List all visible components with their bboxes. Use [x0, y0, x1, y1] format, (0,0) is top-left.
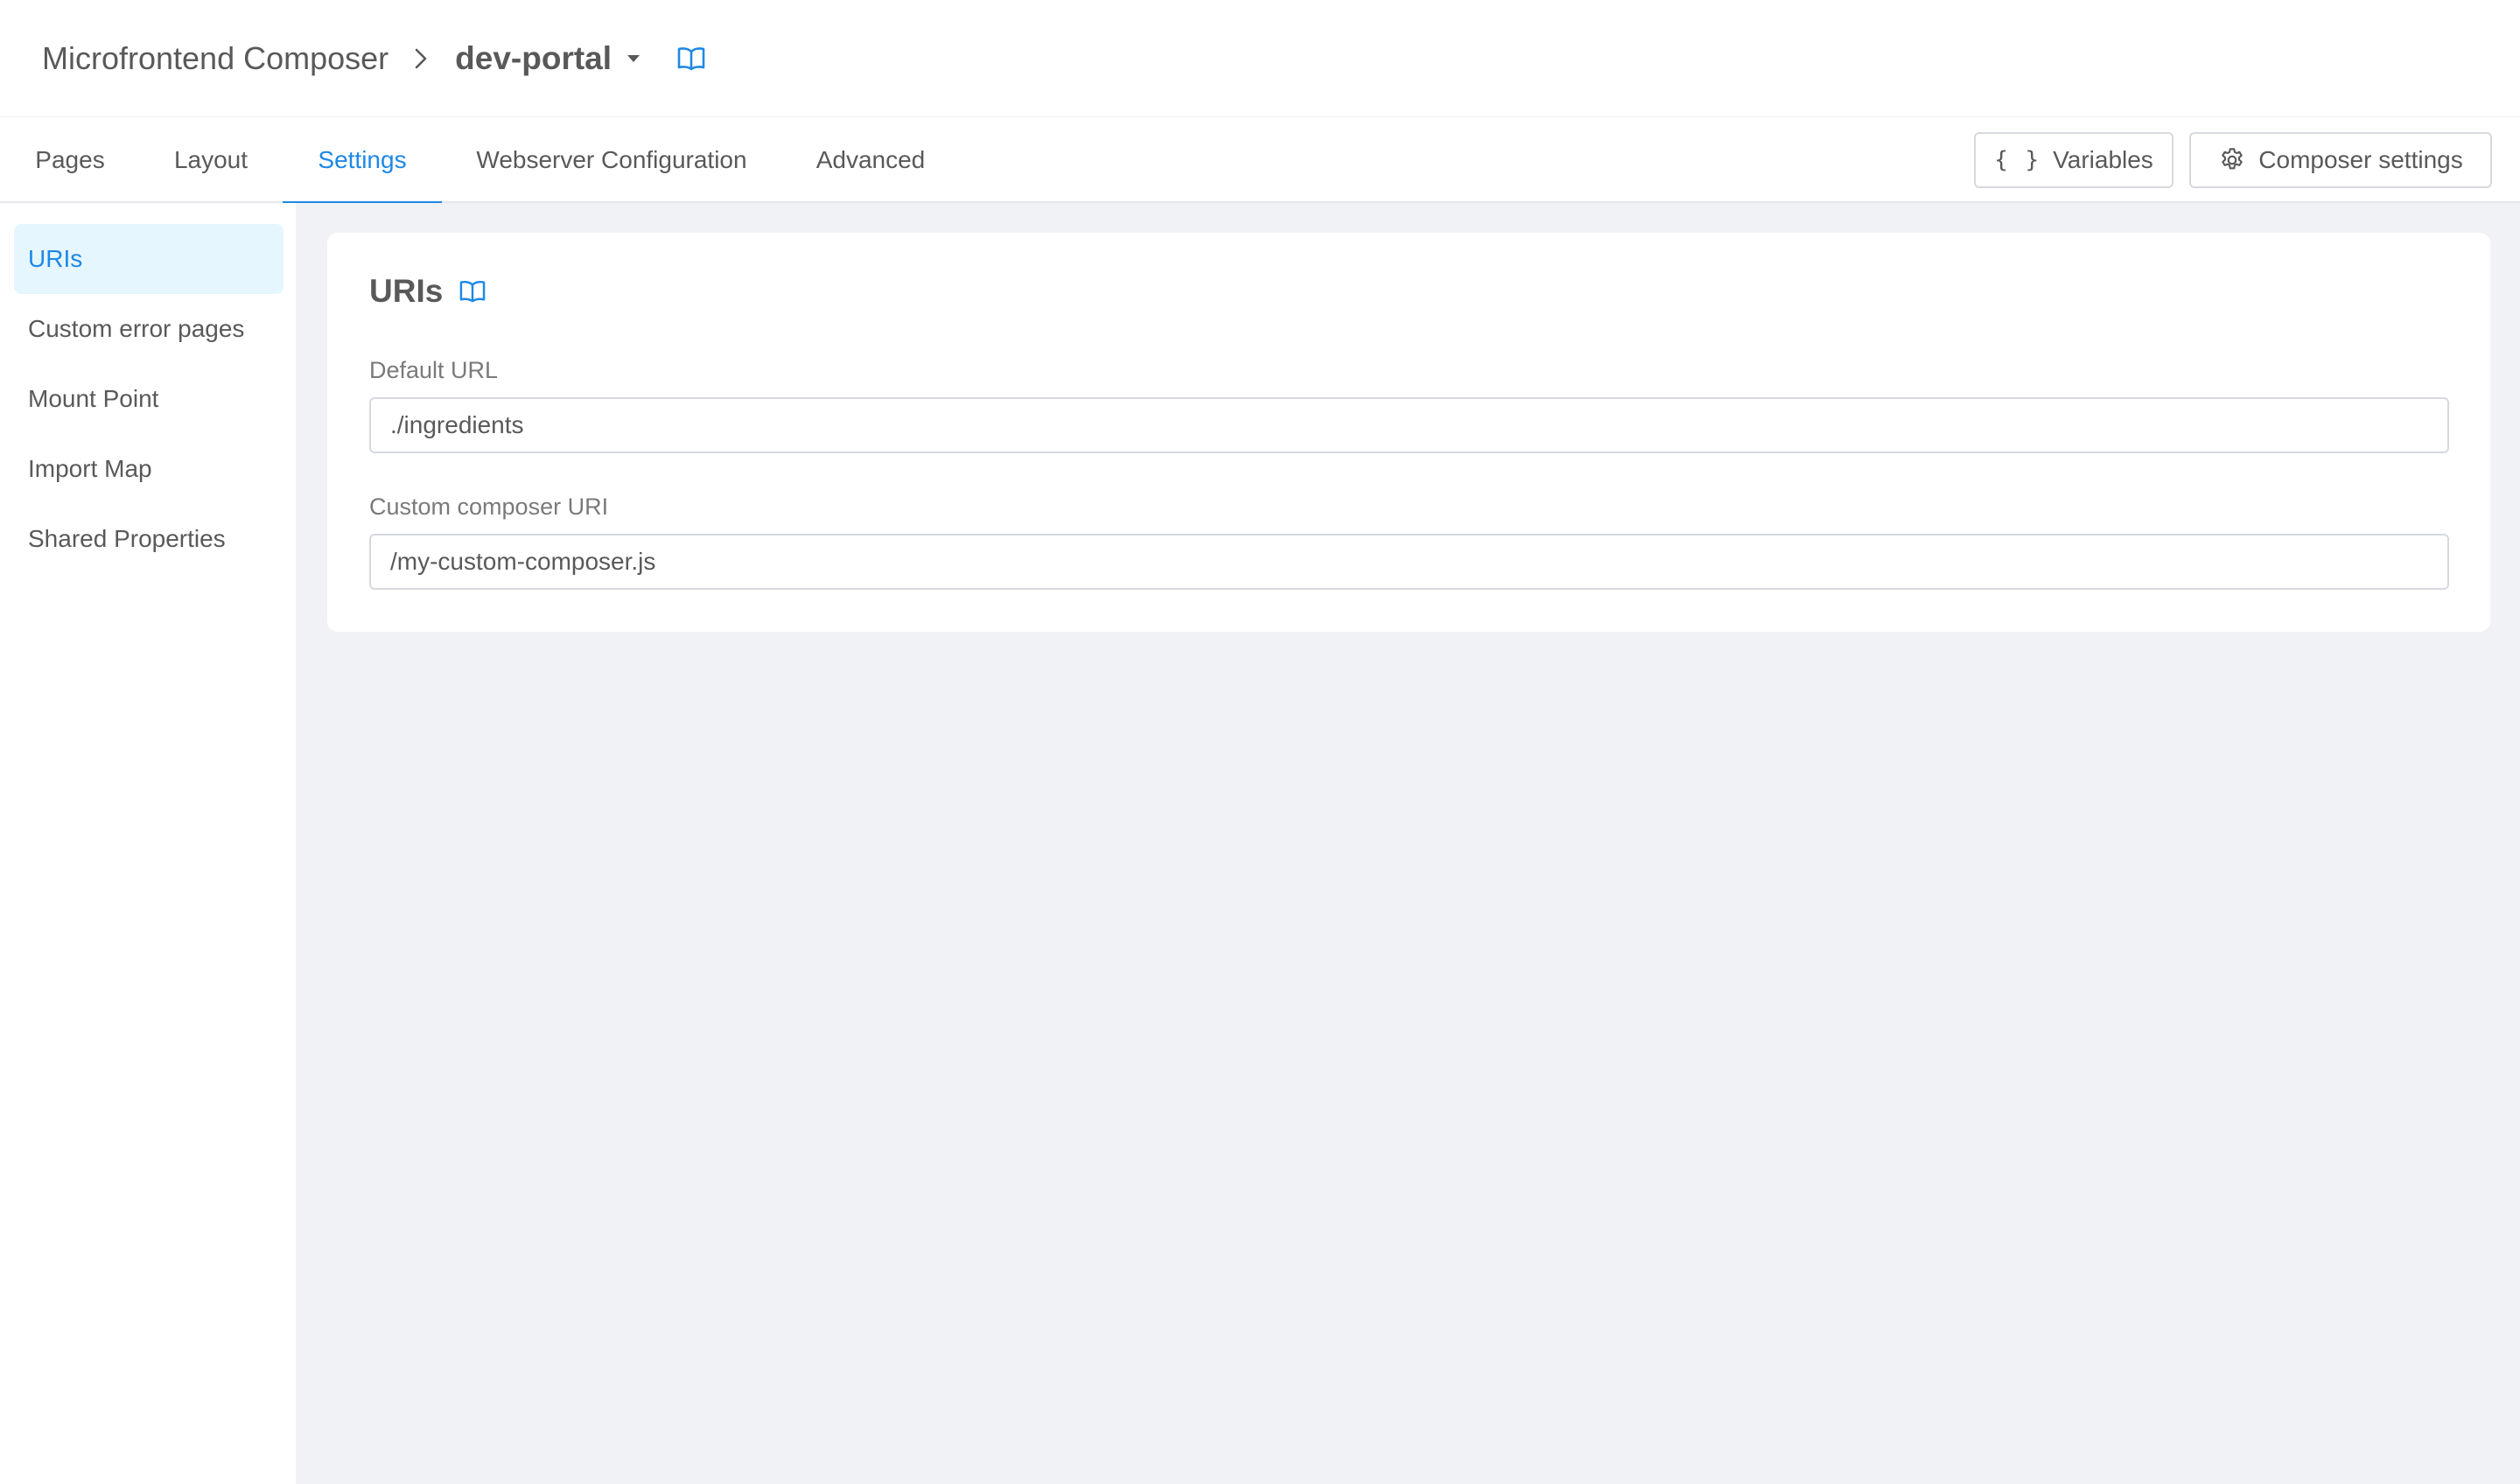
main-tab-bar: Pages Layout Settings Webserver Configur…: [0, 117, 2520, 205]
caret-down-icon[interactable]: [626, 53, 641, 64]
custom-composer-uri-label: Custom composer URI: [369, 494, 609, 520]
tab-layout[interactable]: Layout: [140, 117, 282, 203]
card-title: URIs: [369, 273, 444, 309]
tab-advanced[interactable]: Advanced: [781, 117, 960, 203]
sidebar-item-shared-properties[interactable]: Shared Properties: [14, 504, 284, 574]
sidebar-item-import-map[interactable]: Import Map: [14, 434, 284, 504]
main-content: URIs Default URL Custom composer URI: [296, 203, 2520, 1484]
composer-settings-button[interactable]: Composer settings: [2189, 132, 2492, 188]
book-open-icon[interactable]: [676, 46, 706, 72]
breadcrumb-app-title[interactable]: Microfrontend Composer: [42, 40, 388, 77]
book-open-icon[interactable]: [458, 279, 486, 304]
composer-settings-button-label: Composer settings: [2258, 146, 2463, 173]
variables-button-label: Variables: [2053, 146, 2153, 173]
default-url-input[interactable]: [369, 397, 2449, 453]
settings-sidebar: URIs Custom error pages Mount Point Impo…: [0, 203, 296, 1484]
tab-webserver-configuration[interactable]: Webserver Configuration: [442, 117, 781, 203]
top-header: Microfrontend Composer dev-portal: [0, 0, 2520, 117]
default-url-label: Default URL: [369, 357, 499, 383]
card-header: URIs: [369, 271, 486, 312]
tab-pages[interactable]: Pages: [0, 117, 140, 203]
project-name[interactable]: dev-portal: [455, 40, 612, 77]
uris-card: URIs Default URL Custom composer URI: [327, 233, 2490, 632]
sidebar-item-custom-error-pages[interactable]: Custom error pages: [14, 294, 284, 364]
tab-settings[interactable]: Settings: [283, 117, 442, 205]
gear-icon: [2218, 146, 2246, 174]
chevron-right-icon: [413, 46, 429, 71]
sidebar-item-mount-point[interactable]: Mount Point: [14, 364, 284, 434]
sidebar-item-uris[interactable]: URIs: [14, 224, 284, 294]
custom-composer-uri-input[interactable]: [369, 534, 2449, 590]
variables-button[interactable]: { } Variables: [1974, 132, 2174, 188]
braces-icon: { }: [1994, 147, 2041, 173]
